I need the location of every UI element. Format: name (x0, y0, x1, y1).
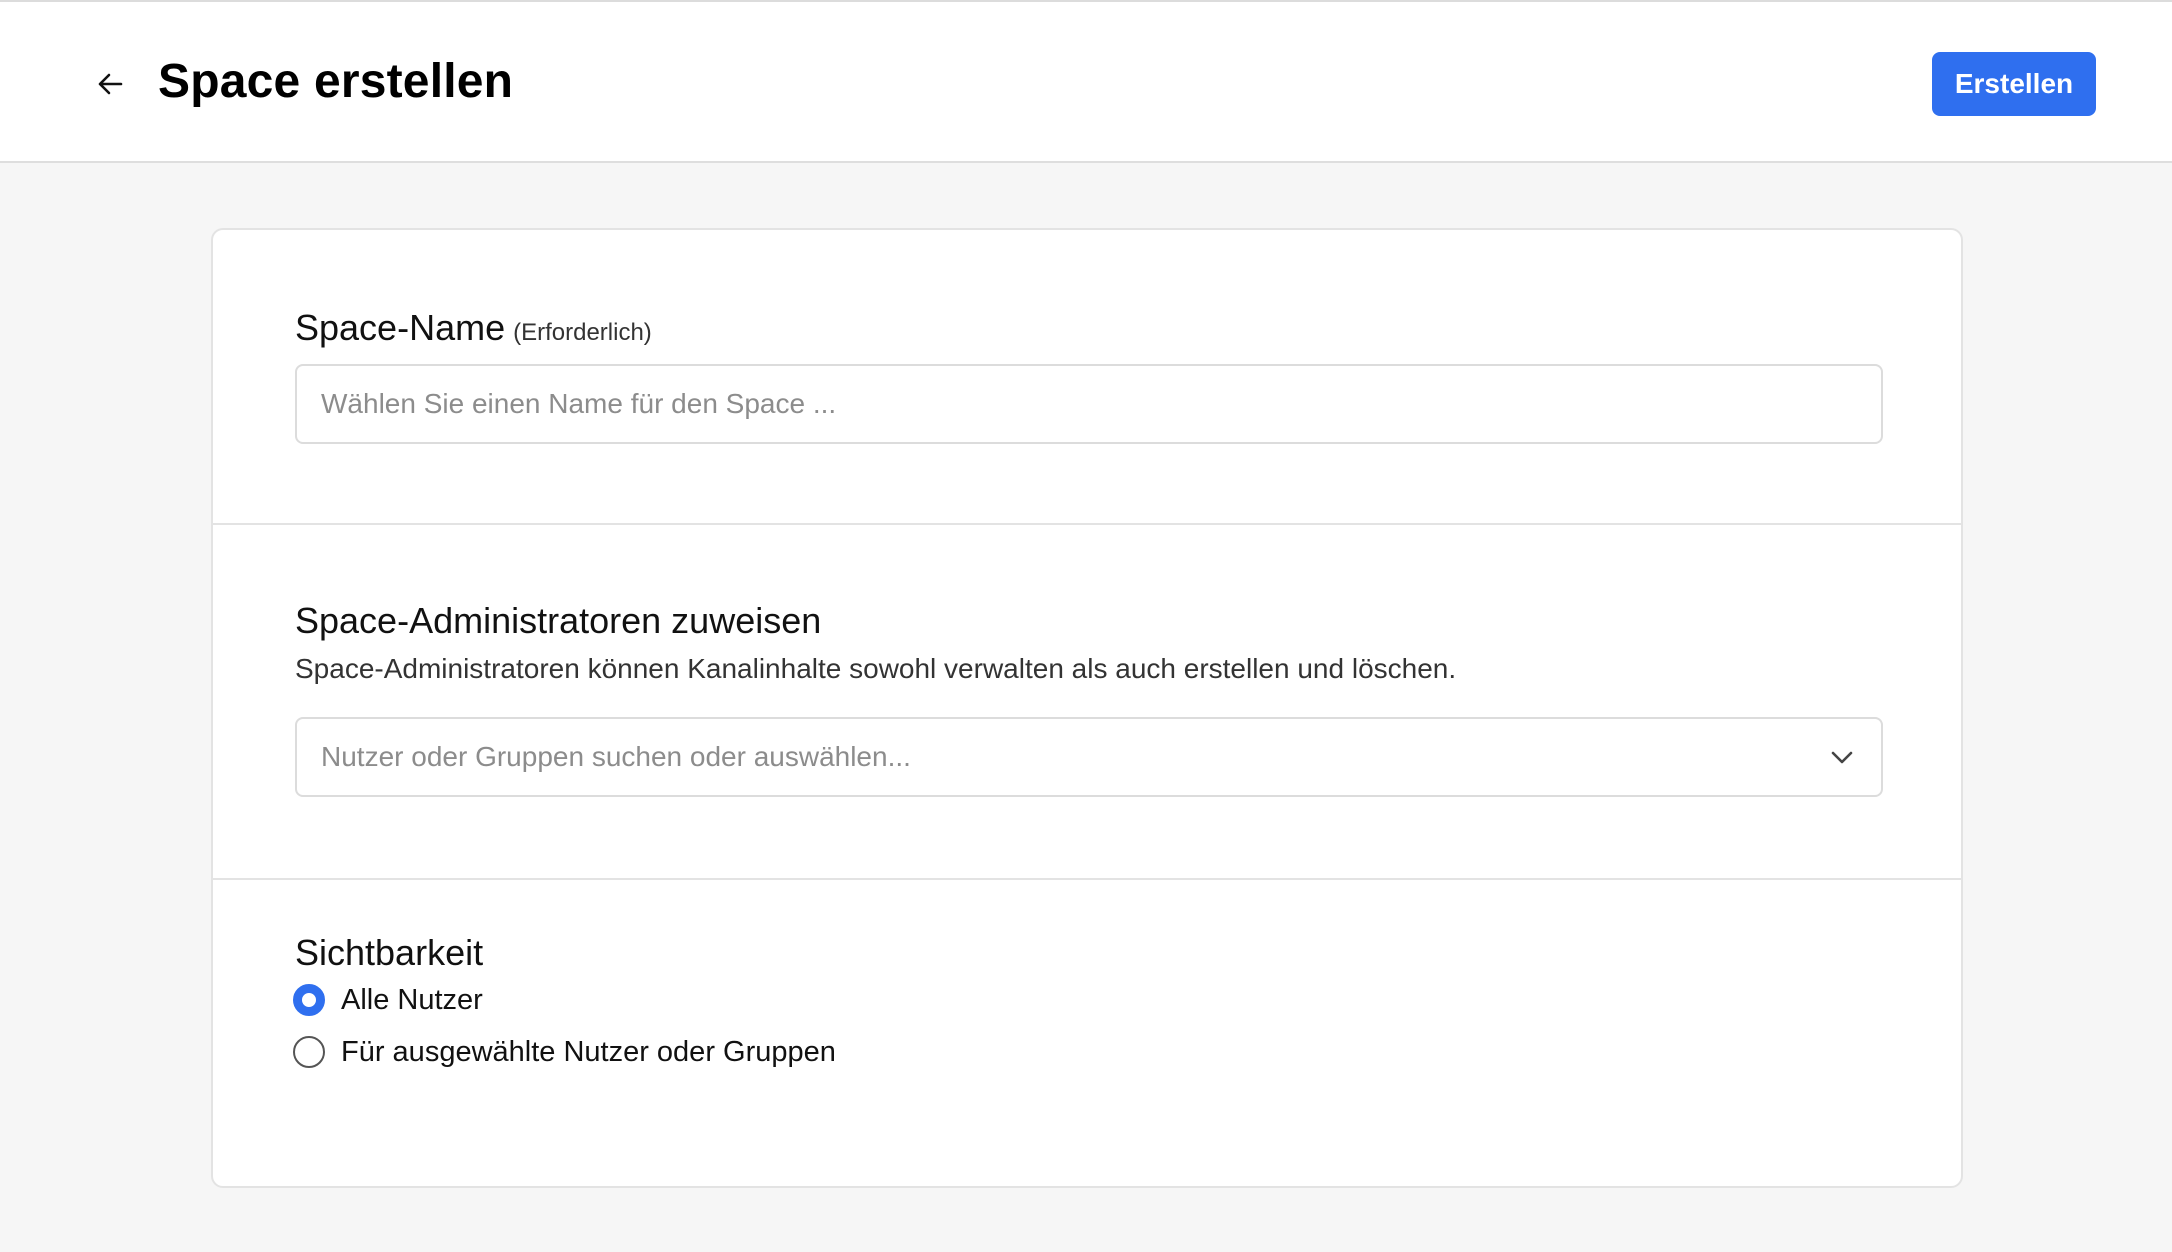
space-name-section: Space-Name (Erforderlich) (213, 230, 1961, 524)
space-name-field[interactable] (295, 364, 1883, 444)
visibility-option-selected-users[interactable]: Für ausgewählte Nutzer oder Gruppen (293, 1032, 836, 1072)
radio-label: Für ausgewählte Nutzer oder Gruppen (341, 1035, 836, 1068)
visibility-option-all-users[interactable]: Alle Nutzer (293, 980, 483, 1020)
radio-button-checked[interactable] (293, 984, 325, 1016)
admins-heading: Space-Administratoren zuweisen (295, 600, 822, 641)
space-name-label: Space-Name (295, 307, 506, 348)
radio-label: Alle Nutzer (341, 983, 483, 1016)
create-button[interactable]: Erstellen (1932, 52, 2096, 116)
admins-select[interactable]: Nutzer oder Gruppen suchen oder auswähle… (295, 717, 1883, 797)
header-bar: Space erstellen Erstellen (0, 0, 2172, 163)
visibility-heading: Sichtbarkeit (295, 932, 484, 973)
space-name-heading: Space-Name (Erforderlich) (295, 307, 652, 349)
visibility-section: Sichtbarkeit Alle Nutzer Für ausgewählte… (213, 880, 1961, 1186)
page-title: Space erstellen (158, 55, 514, 108)
form-card: Space-Name (Erforderlich) Space-Administr… (211, 228, 1963, 1188)
admins-section: Space-Administratoren zuweisen Space-Adm… (213, 525, 1961, 878)
chevron-down-icon[interactable] (1827, 742, 1857, 772)
create-space-page: Space erstellen Erstellen Space-Name (Erf… (0, 0, 2172, 1252)
required-hint: (Erforderlich) (513, 319, 652, 346)
radio-button-unchecked[interactable] (293, 1036, 325, 1068)
arrow-left-icon (94, 68, 126, 105)
admins-select-placeholder: Nutzer oder Gruppen suchen oder auswähle… (321, 741, 911, 772)
back-button[interactable] (88, 64, 132, 108)
space-name-input[interactable] (321, 388, 1857, 420)
admins-description: Space-Administratoren können Kanalinhalt… (295, 653, 1457, 684)
